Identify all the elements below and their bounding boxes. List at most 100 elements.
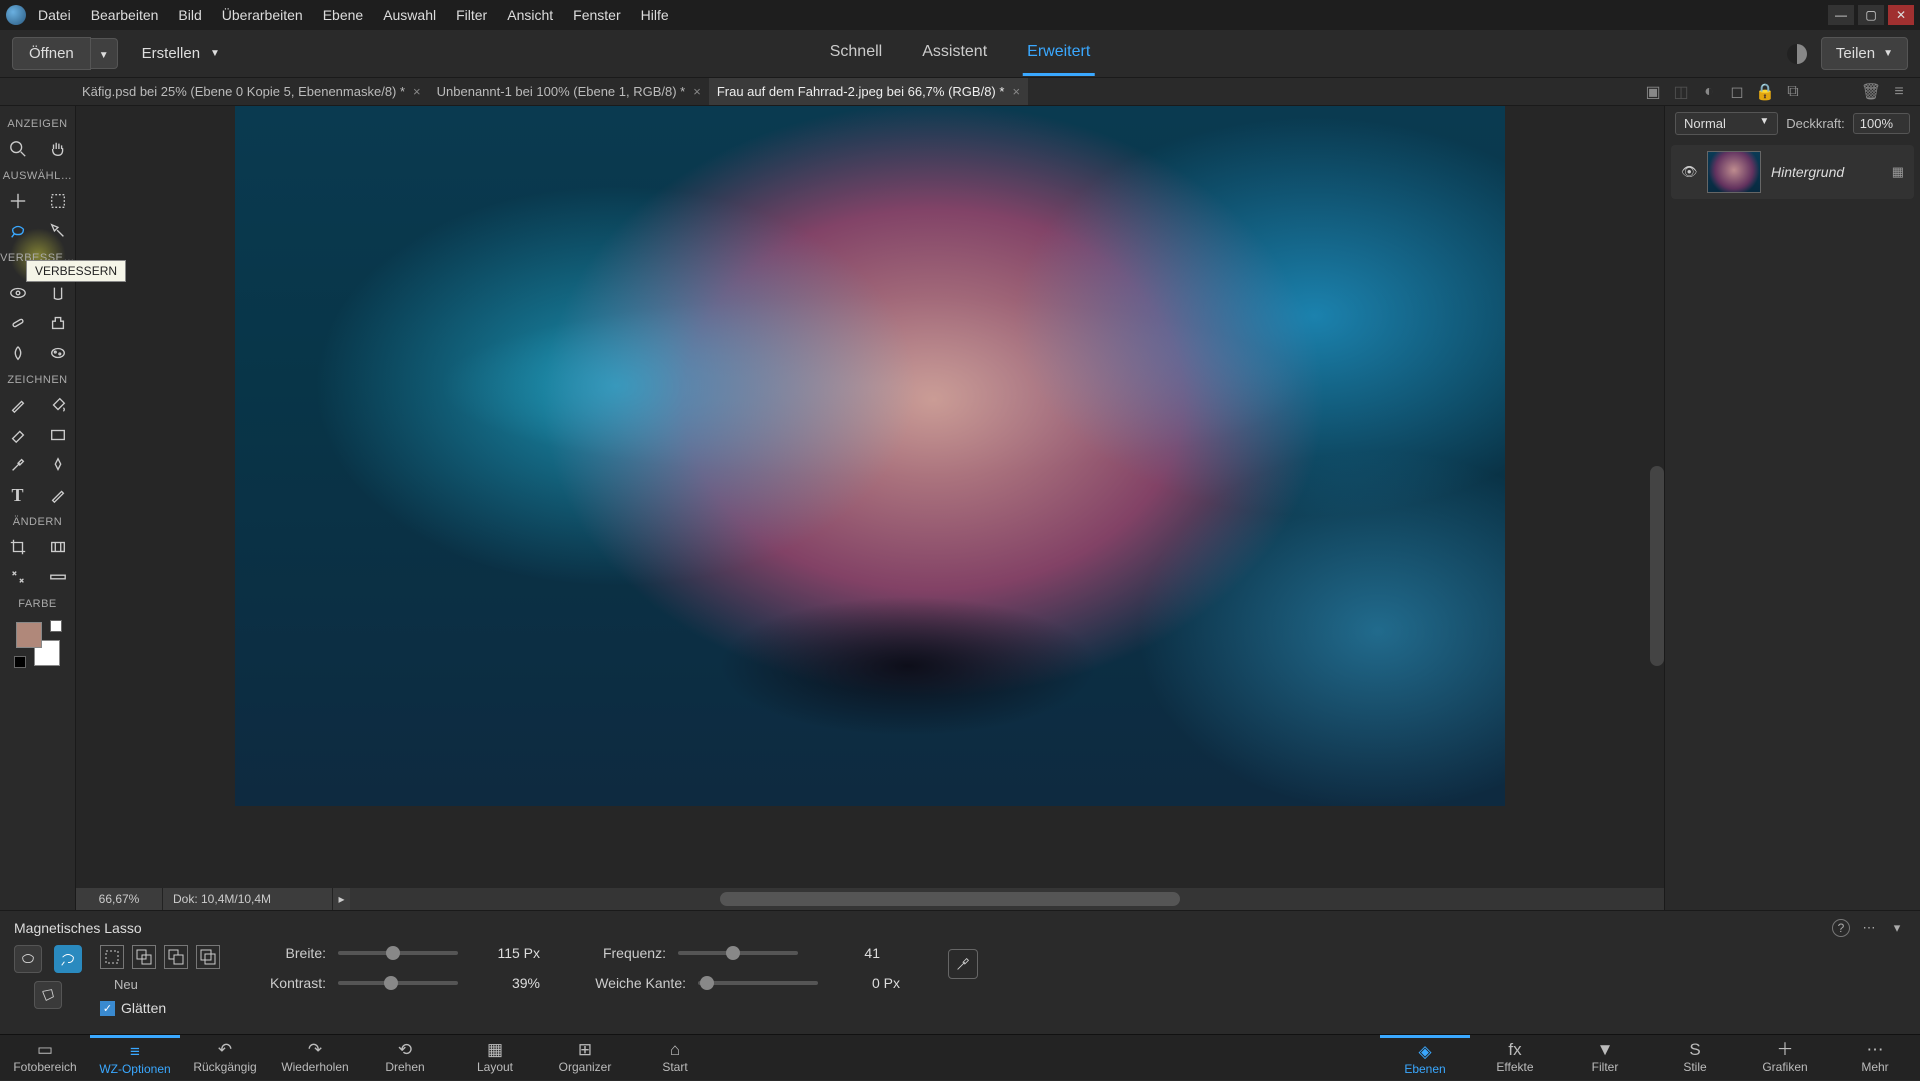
hand-tool[interactable] bbox=[47, 138, 69, 160]
lasso-variant-freehand[interactable] bbox=[14, 945, 42, 973]
doc-tab-2[interactable]: Unbenannt-1 bei 100% (Ebene 1, RGB/8) * … bbox=[429, 78, 709, 105]
slider-value[interactable]: 39% bbox=[470, 975, 540, 991]
mask-icon[interactable]: ◻ bbox=[1728, 83, 1746, 101]
lasso-variant-polygon[interactable] bbox=[34, 981, 62, 1009]
bottom-filters[interactable]: ▼Filter bbox=[1560, 1035, 1650, 1081]
help-icon[interactable]: ? bbox=[1832, 919, 1850, 937]
bottom-graphics[interactable]: ＋Grafiken bbox=[1740, 1035, 1830, 1081]
selection-new[interactable] bbox=[100, 945, 124, 969]
marquee-tool[interactable] bbox=[47, 190, 69, 212]
brush-tool[interactable] bbox=[7, 394, 29, 416]
eraser-tool[interactable] bbox=[7, 424, 29, 446]
mode-tab-expert[interactable]: Erweitert bbox=[1023, 31, 1094, 76]
new-layer-icon[interactable]: ▣ bbox=[1644, 83, 1662, 101]
minimize-button[interactable]: — bbox=[1828, 5, 1854, 25]
vertical-scrollbar[interactable] bbox=[1650, 466, 1664, 666]
text-tool[interactable]: T bbox=[7, 484, 29, 506]
bottom-organizer[interactable]: ⊞Organizer bbox=[540, 1035, 630, 1081]
slider-track[interactable] bbox=[678, 951, 798, 955]
lasso-tool[interactable] bbox=[7, 220, 29, 242]
bottom-redo[interactable]: ↷Wiederholen bbox=[270, 1035, 360, 1081]
clone-tool[interactable] bbox=[47, 312, 69, 334]
color-swatches[interactable] bbox=[16, 622, 60, 666]
bottom-styles[interactable]: SStile bbox=[1650, 1035, 1740, 1081]
selection-intersect[interactable] bbox=[196, 945, 220, 969]
collapse-icon[interactable]: ▾ bbox=[1888, 919, 1906, 937]
straighten-tool[interactable] bbox=[47, 566, 69, 588]
slider-track[interactable] bbox=[698, 981, 818, 985]
layer-name[interactable]: Hintergrund bbox=[1771, 164, 1882, 180]
selection-subtract[interactable] bbox=[164, 945, 188, 969]
share-button[interactable]: Teilen ▼ bbox=[1821, 37, 1908, 70]
slider-track[interactable] bbox=[338, 981, 458, 985]
visibility-icon[interactable]: 👁 bbox=[1681, 164, 1697, 180]
status-menu-icon[interactable]: ▸ bbox=[332, 888, 350, 910]
lock-icon[interactable]: ▦ bbox=[1892, 164, 1904, 180]
quick-select-tool[interactable] bbox=[47, 220, 69, 242]
bucket-tool[interactable] bbox=[47, 394, 69, 416]
bottom-layers[interactable]: ◈Ebenen bbox=[1380, 1035, 1470, 1081]
mode-tab-fast[interactable]: Schnell bbox=[826, 31, 886, 76]
recompose-tool[interactable] bbox=[47, 536, 69, 558]
create-button[interactable]: Erstellen ▼ bbox=[142, 45, 220, 62]
close-icon[interactable]: × bbox=[413, 84, 421, 99]
bottom-start[interactable]: ⌂Start bbox=[630, 1035, 720, 1081]
blend-mode-select[interactable]: Normal ▼ bbox=[1675, 112, 1778, 135]
shape-tool[interactable] bbox=[47, 454, 69, 476]
slider-value[interactable]: 115 Px bbox=[470, 945, 540, 961]
menu-ueberarbeiten[interactable]: Überarbeiten bbox=[222, 7, 303, 23]
bottom-layout[interactable]: ▦Layout bbox=[450, 1035, 540, 1081]
menu-ebene[interactable]: Ebene bbox=[323, 7, 363, 23]
zoom-tool[interactable] bbox=[7, 138, 29, 160]
blur-tool[interactable] bbox=[7, 342, 29, 364]
opacity-value[interactable]: 100% bbox=[1853, 113, 1910, 134]
swap-colors-icon[interactable] bbox=[14, 656, 26, 668]
lock-icon[interactable]: 🔒 bbox=[1756, 83, 1774, 101]
open-dropdown[interactable]: ▼ bbox=[91, 38, 118, 69]
panel-menu-icon[interactable]: ≡ bbox=[1890, 83, 1908, 101]
zoom-level[interactable]: 66,67% bbox=[76, 888, 162, 910]
menu-bild[interactable]: Bild bbox=[178, 7, 201, 23]
theme-icon[interactable] bbox=[1787, 44, 1807, 64]
mode-tab-assist[interactable]: Assistent bbox=[918, 31, 991, 76]
menu-hilfe[interactable]: Hilfe bbox=[641, 7, 669, 23]
bottom-undo[interactable]: ↶Rückgängig bbox=[180, 1035, 270, 1081]
smooth-checkbox[interactable]: ✓ Glätten bbox=[100, 1000, 220, 1016]
close-icon[interactable]: × bbox=[1012, 84, 1020, 99]
crop-tool[interactable] bbox=[7, 536, 29, 558]
maximize-button[interactable]: ▢ bbox=[1858, 5, 1884, 25]
layer-thumbnail[interactable] bbox=[1707, 151, 1761, 193]
slider-track[interactable] bbox=[338, 951, 458, 955]
selection-add[interactable] bbox=[132, 945, 156, 969]
foreground-color-swatch[interactable] bbox=[16, 622, 42, 648]
gradient-tool[interactable] bbox=[47, 424, 69, 446]
adjustment-icon[interactable]: ◐ bbox=[1700, 83, 1718, 101]
more-icon[interactable]: ⋯ bbox=[1860, 919, 1878, 937]
tablet-pressure-icon[interactable] bbox=[948, 949, 978, 979]
whiten-tool[interactable] bbox=[47, 282, 69, 304]
menu-datei[interactable]: Datei bbox=[38, 7, 71, 23]
menu-bearbeiten[interactable]: Bearbeiten bbox=[91, 7, 159, 23]
doc-tab-1[interactable]: Käfig.psd bei 25% (Ebene 0 Kopie 5, Eben… bbox=[74, 78, 429, 105]
trash-icon[interactable]: 🗑 bbox=[1862, 83, 1880, 101]
menu-auswahl[interactable]: Auswahl bbox=[383, 7, 436, 23]
bottom-rotate[interactable]: ⟲Drehen bbox=[360, 1035, 450, 1081]
menu-filter[interactable]: Filter bbox=[456, 7, 487, 23]
layer-row[interactable]: 👁 Hintergrund ▦ bbox=[1671, 145, 1914, 199]
menu-fenster[interactable]: Fenster bbox=[573, 7, 620, 23]
default-colors-icon[interactable] bbox=[50, 620, 62, 632]
sponge-tool[interactable] bbox=[47, 342, 69, 364]
heal-tool[interactable] bbox=[7, 312, 29, 334]
open-button[interactable]: Öffnen bbox=[12, 37, 91, 70]
slider-thumb[interactable] bbox=[386, 946, 400, 960]
canvas-viewport[interactable] bbox=[76, 106, 1664, 888]
bottom-effects[interactable]: fxEffekte bbox=[1470, 1035, 1560, 1081]
close-icon[interactable]: × bbox=[693, 84, 701, 99]
link-icon[interactable]: ⧉ bbox=[1784, 83, 1802, 101]
bottom-more[interactable]: ⋯Mehr bbox=[1830, 1035, 1920, 1081]
group-icon[interactable]: ◫ bbox=[1672, 83, 1690, 101]
eyedropper-tool[interactable] bbox=[7, 454, 29, 476]
move-tool[interactable] bbox=[7, 190, 29, 212]
lasso-variant-magnetic[interactable] bbox=[54, 945, 82, 973]
content-move-tool[interactable] bbox=[7, 566, 29, 588]
